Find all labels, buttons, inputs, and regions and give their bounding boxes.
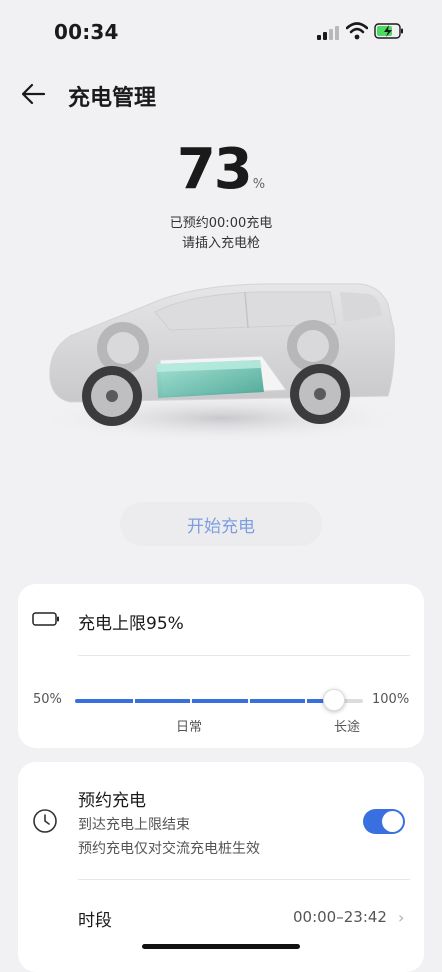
period-label: 时段 <box>78 911 112 931</box>
charge-level: 73% <box>0 137 442 202</box>
charge-limit-title: 充电上限95% <box>78 614 184 634</box>
slider-tick <box>247 699 250 703</box>
battery-charging-icon <box>374 23 403 39</box>
cellular-signal-icon <box>317 24 339 40</box>
slider-daily-label: 日常 <box>176 720 203 735</box>
status-time: 00:34 <box>54 20 119 44</box>
slider-tick <box>190 699 193 703</box>
battery-icon <box>32 612 59 626</box>
slider-tick <box>132 699 135 703</box>
plug-hint: 请插入充电枪 <box>181 236 260 251</box>
scheduled-info: 已预约00:00充电 <box>169 216 273 231</box>
scheduled-desc-2: 预约充电仅对交流充电桩生效 <box>78 841 260 857</box>
car-battery-illustration <box>32 283 412 444</box>
scheduled-desc-1: 到达充电上限结束 <box>78 817 190 833</box>
chevron-right-icon[interactable]: › <box>398 908 404 927</box>
wifi-icon <box>346 22 368 40</box>
scheduled-charging-toggle[interactable] <box>363 809 405 834</box>
divider <box>78 879 410 880</box>
start-charging-button[interactable]: 开始充电 <box>120 502 322 546</box>
slider-tick <box>305 699 308 703</box>
slider-min-label: 50% <box>33 692 62 707</box>
scheduled-charging-title: 预约充电 <box>78 791 146 811</box>
charge-percent-unit: % <box>252 177 266 192</box>
slider-max-label: 100% <box>372 692 410 707</box>
back-arrow-icon[interactable] <box>18 80 50 108</box>
slider-fill <box>75 699 335 703</box>
clock-icon <box>33 809 57 833</box>
period-value[interactable]: 00:00–23:42 <box>293 908 387 926</box>
divider <box>78 655 410 656</box>
slider-trip-label: 长途 <box>334 720 361 735</box>
home-indicator[interactable] <box>142 944 300 949</box>
charge-percent-value: 73 <box>176 137 253 202</box>
page-title: 充电管理 <box>68 86 157 111</box>
toggle-knob <box>382 811 403 832</box>
